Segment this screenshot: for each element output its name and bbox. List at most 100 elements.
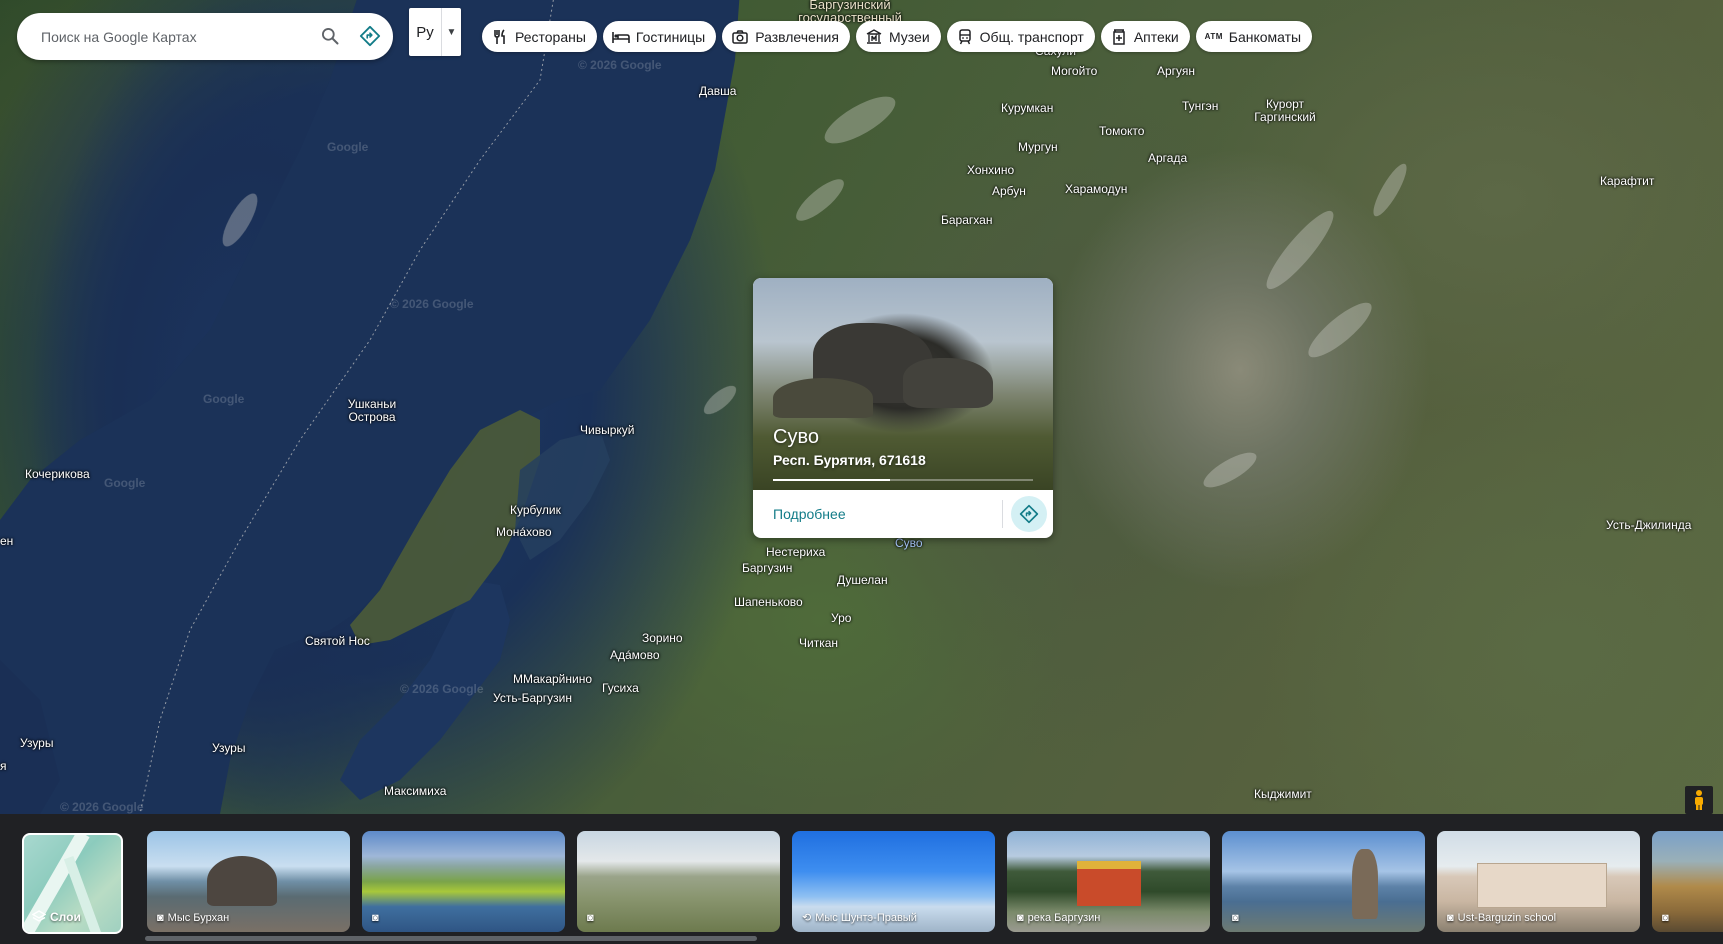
layers-label: Слои — [50, 910, 81, 924]
map-label[interactable]: Тунгэн — [1182, 100, 1218, 113]
thumbnail-label: ◙ — [372, 912, 383, 924]
card-directions-button[interactable] — [1011, 496, 1047, 532]
map-label[interactable]: Мургун — [1018, 141, 1058, 154]
chip-label: Аптеки — [1133, 28, 1179, 45]
details-link[interactable]: Подробнее — [773, 506, 1002, 522]
directions-button[interactable] — [353, 19, 387, 53]
map-label[interactable]: Максимиха — [384, 785, 446, 798]
thumbnail-label-text: Мыс Бурхан — [167, 912, 230, 924]
photo-thumbnail[interactable]: ◙ — [1222, 831, 1425, 932]
map-label[interactable]: Могойто — [1051, 65, 1097, 78]
map-label[interactable]: Нестериха — [766, 546, 825, 559]
map-label[interactable]: Курбулик — [510, 504, 561, 517]
pharmacy-icon — [1110, 28, 1128, 46]
thumbnail-label: ◙ Мыс Бурхан — [157, 912, 229, 924]
chip-pharmacies[interactable]: Аптеки — [1100, 21, 1190, 52]
map-label[interactable]: Усть-Джилинда — [1606, 519, 1691, 532]
layers-button[interactable]: Слои — [22, 833, 123, 934]
chip-label: Гостиницы — [635, 28, 706, 45]
map-label[interactable]: Монáхово — [496, 526, 552, 539]
bed-icon — [612, 28, 630, 46]
camera-icon: ◙ — [1662, 912, 1669, 924]
camera-icon: ◙ — [372, 912, 379, 924]
pegman-icon — [1695, 790, 1703, 810]
photo-thumbnail[interactable]: ◙ — [362, 831, 565, 932]
map-label[interactable]: Читкан — [799, 637, 838, 650]
map-label[interactable]: Томокто — [1099, 125, 1144, 138]
photo-thumbnail[interactable]: ◙ река Баргузин — [1007, 831, 1210, 932]
photo-thumbnail[interactable]: ◙ Мыс Бурхан — [147, 831, 350, 932]
search-box[interactable] — [17, 13, 393, 60]
category-chips: Рестораны Гостиницы Развлечения Музеи Об… — [482, 21, 1313, 52]
photo-progress-fill — [773, 479, 890, 481]
map-label[interactable]: Узуры — [20, 737, 53, 750]
building-shape — [1477, 863, 1607, 908]
chip-label: Развлечения — [755, 28, 839, 45]
map-label[interactable]: Кыджимит — [1254, 788, 1312, 801]
museum-icon — [865, 28, 883, 46]
chip-restaurants[interactable]: Рестораны — [482, 21, 597, 52]
map-label[interactable]: ен — [0, 535, 13, 548]
photo-thumbnail[interactable]: ◙ — [577, 831, 780, 932]
map-label[interactable]: Курумкан — [1001, 102, 1053, 115]
map-label[interactable]: Уро — [831, 612, 851, 625]
chip-atms[interactable]: ATM Банкоматы — [1195, 21, 1313, 52]
thumbnail-label: ◙ — [1662, 912, 1673, 924]
map-label[interactable]: Баргузин — [742, 562, 792, 575]
chip-label: Банкоматы — [1228, 28, 1302, 45]
directions-icon — [359, 25, 381, 47]
map-label[interactable]: Арбун — [992, 185, 1026, 198]
camera-icon: ◙ — [1232, 912, 1239, 924]
map-label[interactable]: Зорино — [642, 632, 683, 645]
search-button[interactable] — [313, 19, 347, 53]
place-photo[interactable]: Суво Респ. Бурятия, 671618 — [753, 278, 1053, 490]
chip-museums[interactable]: Музеи — [855, 21, 941, 52]
map-watermark: Google — [327, 140, 369, 154]
chip-hotels[interactable]: Гостиницы — [602, 21, 717, 52]
map-label[interactable]: Суво — [895, 537, 923, 550]
search-input[interactable] — [41, 21, 301, 52]
input-language-toggle[interactable]: Ру ▼ — [409, 8, 461, 56]
map-watermark: © 2026 Google — [390, 297, 474, 311]
map-label[interactable]: Святой Нос — [305, 635, 370, 648]
card-actions: Подробнее — [753, 490, 1053, 538]
map-label[interactable]: ММакарйнино — [513, 673, 592, 686]
strip-scrollbar[interactable] — [145, 936, 757, 941]
chip-transit[interactable]: Общ. транспорт — [946, 21, 1095, 52]
map-label[interactable]: Чивыркуй — [580, 424, 634, 437]
map-label[interactable]: Давша — [699, 85, 736, 98]
photo-thumbnail[interactable]: ◙ Ust-Barguzin school — [1437, 831, 1640, 932]
camera-icon: ◙ — [587, 912, 594, 924]
place-info-card[interactable]: Суво Респ. Бурятия, 671618 Подробнее — [753, 278, 1053, 538]
map-label[interactable]: Харамодун — [1065, 183, 1127, 196]
chevron-down-icon[interactable]: ▼ — [441, 8, 461, 56]
map-label[interactable]: Карафтит — [1600, 175, 1654, 188]
map-label[interactable]: Усть-Баргузин — [493, 692, 572, 705]
chip-attractions[interactable]: Развлечения — [722, 21, 850, 52]
input-language-label[interactable]: Ру — [409, 24, 441, 41]
map-label[interactable]: Шапеньково — [734, 596, 803, 609]
rock-shape — [207, 856, 277, 906]
map-label[interactable]: Адáмово — [610, 649, 660, 662]
chip-label: Музеи — [888, 28, 930, 45]
map-label[interactable]: Узуры — [212, 742, 245, 755]
map-label[interactable]: я — [0, 760, 7, 773]
map-label[interactable]: Хонхино — [967, 164, 1014, 177]
map-label[interactable]: Душелан — [837, 574, 888, 587]
map-label[interactable]: Гусиха — [602, 682, 639, 695]
map-label[interactable]: Аргуян — [1157, 65, 1195, 78]
photo-thumbnail[interactable]: ◙ — [1652, 831, 1723, 932]
thumbnail-label: ⟲ Мыс Шунтэ-Правый — [802, 911, 917, 925]
map-label[interactable]: Аргада — [1148, 152, 1187, 165]
map-label[interactable]: Кочерикова — [25, 468, 90, 481]
thumbnail-label: ◙ Ust-Barguzin school — [1447, 912, 1556, 924]
map-label[interactable]: Ушканьи Острова — [344, 398, 400, 424]
map-watermark: © 2026 Google — [400, 682, 484, 696]
directions-icon — [1019, 504, 1039, 524]
map-label[interactable]: Курорт Гаргинский — [1250, 98, 1320, 124]
pegman-button[interactable] — [1685, 786, 1713, 814]
map-watermark: Google — [203, 392, 245, 406]
photo-thumbnail[interactable]: ⟲ Мыс Шунтэ-Правый — [792, 831, 995, 932]
camera-icon — [731, 28, 749, 46]
map-label[interactable]: Барагхан — [941, 214, 992, 227]
